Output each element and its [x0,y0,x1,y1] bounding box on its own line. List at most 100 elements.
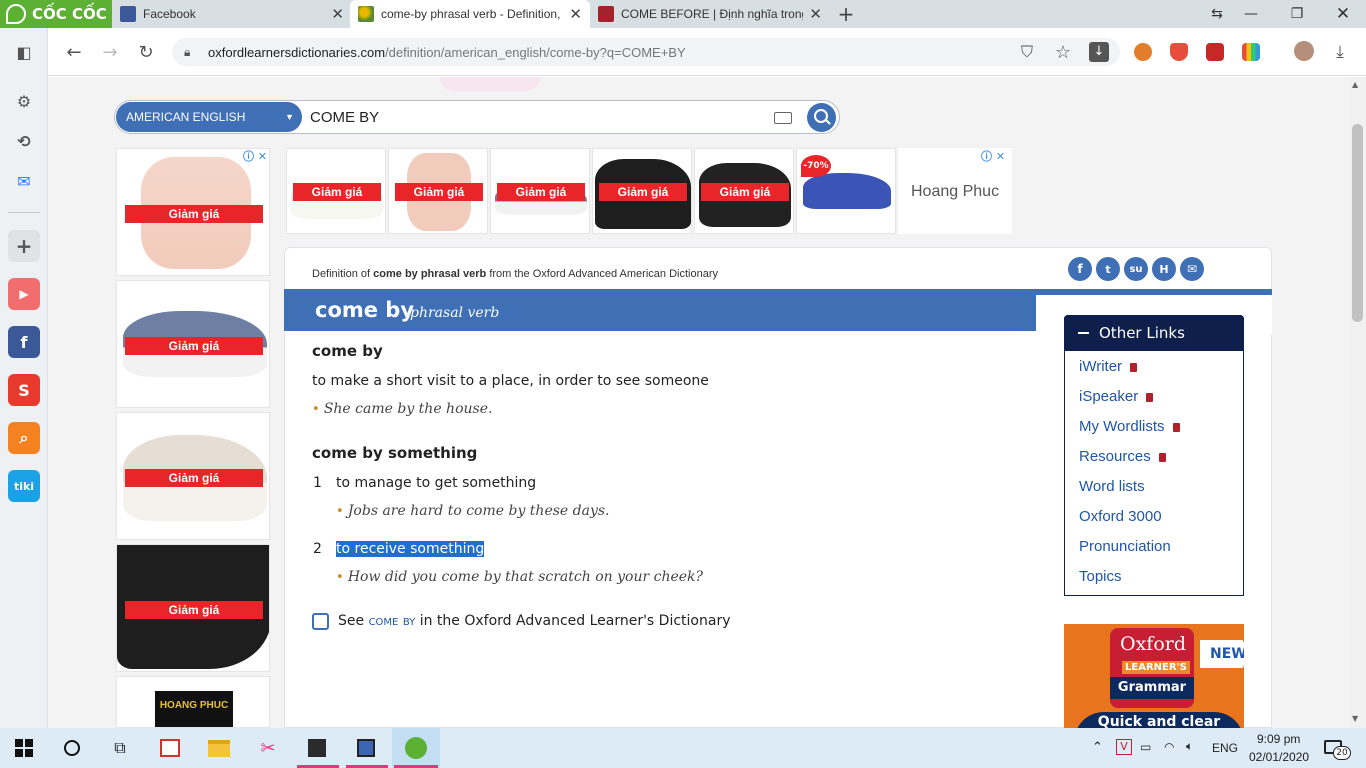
ad-product-card[interactable]: Giảm giá [116,412,270,540]
link-oxford-3000[interactable]: Oxford 3000 [1079,508,1162,525]
close-tab-icon[interactable]: ✕ [569,5,582,23]
address-bar[interactable]: 🔒︎ oxfordlearnersdictionaries.com/defini… [172,38,1120,66]
part-of-speech: phrasal verb [410,305,500,321]
share-stumbleupon-icon[interactable]: su [1124,257,1148,281]
forward-button[interactable]: → [96,38,124,66]
add-app-icon[interactable]: + [8,230,40,262]
shield-icon[interactable]: ⛉ [1013,38,1041,66]
link-resources[interactable]: Resources [1079,448,1166,465]
search-icon[interactable] [60,736,84,760]
tiki-icon[interactable]: tiki [8,470,40,502]
extension-colors-icon[interactable] [1242,43,1260,61]
dictionary-select-value: AMERICAN ENGLISH [126,110,246,124]
clock-time[interactable]: 9:09 pm [1257,732,1300,746]
scroll-down-arrow-icon[interactable]: ▼ [1352,714,1358,723]
youtube-icon[interactable]: ▶ [8,278,40,310]
extension-shield-icon[interactable] [1170,43,1188,61]
scroll-up-arrow-icon[interactable]: ▲ [1352,80,1358,89]
file-explorer-icon[interactable] [207,736,231,760]
ad-product-card[interactable]: Giảm giá [116,280,270,408]
sense-definition: to make a short visit to a place, in ord… [312,373,709,389]
reload-button[interactable]: ↻ [132,38,160,66]
input-language[interactable]: ENG [1212,741,1238,755]
extension-red-icon[interactable] [1206,43,1224,61]
link-ispeaker[interactable]: iSpeaker [1079,388,1154,405]
share-hi-icon[interactable]: H [1152,257,1176,281]
ad-product-card[interactable]: Giảm giá [116,148,270,276]
settings-icon[interactable]: ⚙ [8,85,40,117]
site-logo-fragment [440,77,540,91]
dictionary-select[interactable]: AMERICAN ENGLISH ▼ [116,102,302,132]
tray-overflow-icon[interactable]: ⌃ [1092,739,1103,755]
clock-date[interactable]: 02/01/2020 [1249,750,1309,764]
close-tab-icon[interactable]: ✕ [809,5,822,23]
tab-title: Facebook [143,7,196,21]
ad-brand-card[interactable]: HOANG PHUC [116,676,270,728]
windows-start-icon[interactable] [12,736,36,760]
wifi-icon[interactable]: ◠ [1164,740,1174,754]
search-button[interactable] [807,103,836,132]
taskbar-app-chart-icon[interactable] [158,736,182,760]
scrollbar-thumb[interactable] [1352,124,1363,322]
ad-product-card[interactable]: Giảm giá [490,148,590,234]
tab-come-before[interactable]: COME BEFORE | Định nghĩa trong ✕ [590,0,830,28]
sticky-notes-icon[interactable] [305,736,329,760]
close-window-button[interactable]: ✕ [1320,0,1366,28]
selected-sense-definition[interactable]: to receive something [336,541,485,557]
ad-product-card[interactable]: Giảm giá [116,544,270,672]
taskbar-app-photos-icon[interactable] [354,736,378,760]
headword: come by [315,298,415,322]
ad-product-card[interactable]: -70% [796,148,896,234]
downloads-menu-icon[interactable]: ⤓ [1326,38,1354,66]
link-topics[interactable]: Topics [1079,568,1122,585]
link-iwriter[interactable]: iWriter [1079,358,1138,375]
ad-info-icon[interactable]: ⓘ ✕ [243,148,267,164]
volume-icon[interactable]: 🔈︎ [1186,739,1193,754]
link-pronunciation[interactable]: Pronunciation [1079,538,1171,555]
link-word-lists[interactable]: Word lists [1079,478,1145,495]
keyboard-icon[interactable] [774,112,792,124]
taskbar-app-snip-icon[interactable]: ✂ [256,736,280,760]
link-my-wordlists[interactable]: My Wordlists [1079,418,1180,435]
coccoc-taskbar-icon[interactable] [404,736,428,760]
bookmark-star-icon[interactable]: ☆ [1049,38,1077,66]
discount-label: Giảm giá [293,183,381,201]
share-twitter-icon[interactable]: t [1096,257,1120,281]
ad-product-card[interactable]: Giảm giá [592,148,692,234]
share-facebook-icon[interactable]: f [1068,257,1092,281]
share-email-icon[interactable]: ✉ [1180,257,1204,281]
shopee-icon[interactable]: S [8,374,40,406]
grammar-ad[interactable]: Oxford LEARNER'S Grammar NEW Quick and c… [1064,624,1244,728]
extension-chrome-icon[interactable] [1134,43,1152,61]
search-input[interactable]: COME BY [310,109,379,126]
tray-app-icon[interactable]: V [1116,739,1132,755]
notification-center-icon[interactable]: 20 [1324,738,1351,760]
example-bullet: • [312,402,320,417]
ad-product-card[interactable]: Giảm giá [694,148,794,234]
task-view-icon[interactable]: ⧉ [108,736,132,760]
sidebar-toggle-icon[interactable]: ◧ [8,36,40,68]
back-button[interactable]: ← [60,38,88,66]
search-app-icon[interactable]: ⌕ [8,422,40,454]
other-links-header[interactable]: Other Links [1064,315,1244,351]
tab-come-by[interactable]: come-by phrasal verb - Definition, ✕ [350,0,590,28]
profile-avatar[interactable] [1294,41,1314,61]
restore-button[interactable]: ❐ [1274,0,1320,28]
coccoc-logo[interactable]: CỐC CỐC [0,0,112,28]
download-icon[interactable]: ↓ [1089,42,1109,62]
battery-icon[interactable]: ▭ [1140,740,1151,754]
messenger-icon[interactable]: ✉ [8,165,40,197]
example-sentence: • Jobs are hard to come by these days. [336,503,610,519]
see-also-link[interactable]: See come by in the Oxford Advanced Learn… [338,613,730,629]
ad-info-icon[interactable]: ⓘ ✕ [981,148,1005,164]
minimize-button[interactable]: — [1228,0,1274,28]
tab-facebook[interactable]: Facebook ✕ [112,0,352,28]
history-icon[interactable]: ⟲ [8,125,40,157]
facebook-icon[interactable]: f [8,326,40,358]
brand-name: Hoang Phuc [911,183,1000,200]
ad-product-card[interactable]: Giảm giá [286,148,386,234]
close-tab-icon[interactable]: ✕ [331,5,344,23]
new-tab-button[interactable]: + [836,3,856,25]
ad-product-card[interactable]: Giảm giá [388,148,488,234]
example-bullet: • [336,504,344,519]
